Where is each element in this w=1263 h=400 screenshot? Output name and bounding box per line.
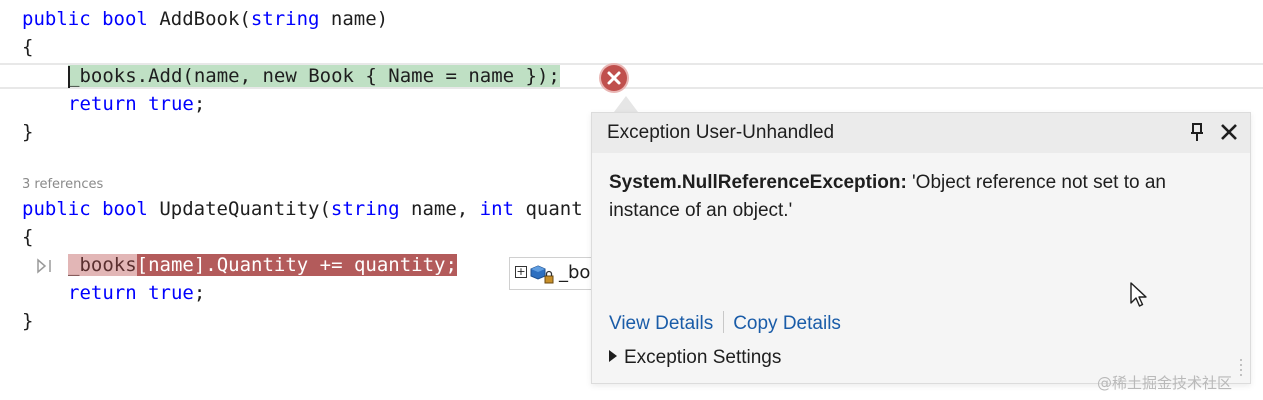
code-line-open-brace: {	[22, 36, 34, 58]
close-icon[interactable]	[1218, 121, 1240, 143]
popup-pointer	[614, 96, 638, 112]
code-editor[interactable]: public bool AddBook(string name) { _book…	[0, 0, 1263, 400]
code-line-return-true: return true;	[68, 280, 205, 306]
exception-type: System.NullReferenceException:	[609, 172, 907, 193]
next-statement-highlight: _books.Add(name, new Book { Name = name …	[68, 65, 560, 87]
exception-settings-expander[interactable]: Exception Settings	[609, 347, 781, 369]
keyword-return: return	[68, 93, 137, 115]
parameter: quant	[525, 198, 583, 220]
text-caret	[68, 66, 70, 88]
keyword-string: string	[250, 8, 320, 30]
parameter: name)	[330, 8, 389, 30]
keyword-bool: bool	[102, 198, 148, 220]
code-line-updatequantity-signature: public bool UpdateQuantity(string name, …	[22, 196, 583, 222]
keyword-int: int	[479, 198, 514, 220]
watermark: @稀土掘金技术社区	[1097, 374, 1233, 392]
exception-variable-highlight: _books	[68, 254, 137, 276]
expand-triangle-icon	[609, 350, 617, 362]
private-field-icon	[530, 265, 554, 284]
copy-details-link[interactable]: Copy Details	[733, 313, 841, 334]
code-line-close-brace: }	[22, 121, 34, 143]
execution-pointer-icon[interactable]	[36, 258, 54, 274]
code-line-addbook-signature: public bool AddBook(string name)	[22, 6, 388, 32]
keyword-return: return	[68, 282, 137, 304]
view-details-link[interactable]: View Details	[609, 313, 713, 334]
keyword-true: true	[148, 282, 194, 304]
exception-helper-popup: Exception User-Unhandled System.NullRefe…	[591, 112, 1251, 384]
exception-message: System.NullReferenceException: 'Object r…	[609, 169, 1209, 225]
keyword-bool: bool	[102, 8, 148, 30]
pin-icon[interactable]	[1188, 121, 1206, 143]
code-line-open-brace: {	[22, 226, 34, 248]
parameter: name,	[411, 198, 469, 220]
resize-grip-icon[interactable]	[1236, 357, 1246, 379]
mouse-cursor-icon	[1130, 282, 1147, 307]
popup-title: Exception User-Unhandled	[607, 122, 835, 143]
keyword-public: public	[22, 198, 91, 220]
keyword-public: public	[22, 8, 91, 30]
datatip-variable-name: _bo	[559, 262, 591, 283]
code-line-exception-statement[interactable]: _books[name].Quantity += quantity;	[68, 252, 457, 278]
exception-statement-highlight: [name].Quantity += quantity;	[136, 254, 457, 276]
link-separator	[723, 311, 725, 333]
code-line-close-brace: }	[22, 310, 34, 332]
code-line-return-true: return true;	[68, 91, 205, 117]
method-name: AddBook(	[159, 8, 251, 30]
method-name: UpdateQuantity(	[159, 198, 331, 220]
code-line-books-add[interactable]: _books.Add(name, new Book { Name = name …	[68, 63, 560, 89]
keyword-true: true	[148, 93, 194, 115]
error-icon[interactable]	[601, 65, 627, 91]
codelens-references[interactable]: 3 references	[22, 177, 103, 192]
keyword-string: string	[330, 198, 400, 220]
expand-icon[interactable]: +	[515, 266, 527, 278]
exception-settings-label: Exception Settings	[624, 347, 782, 368]
semicolon: ;	[193, 93, 206, 115]
popup-links: View Details Copy Details	[609, 311, 841, 335]
semicolon: ;	[193, 282, 206, 304]
popup-header: Exception User-Unhandled	[592, 113, 1250, 153]
